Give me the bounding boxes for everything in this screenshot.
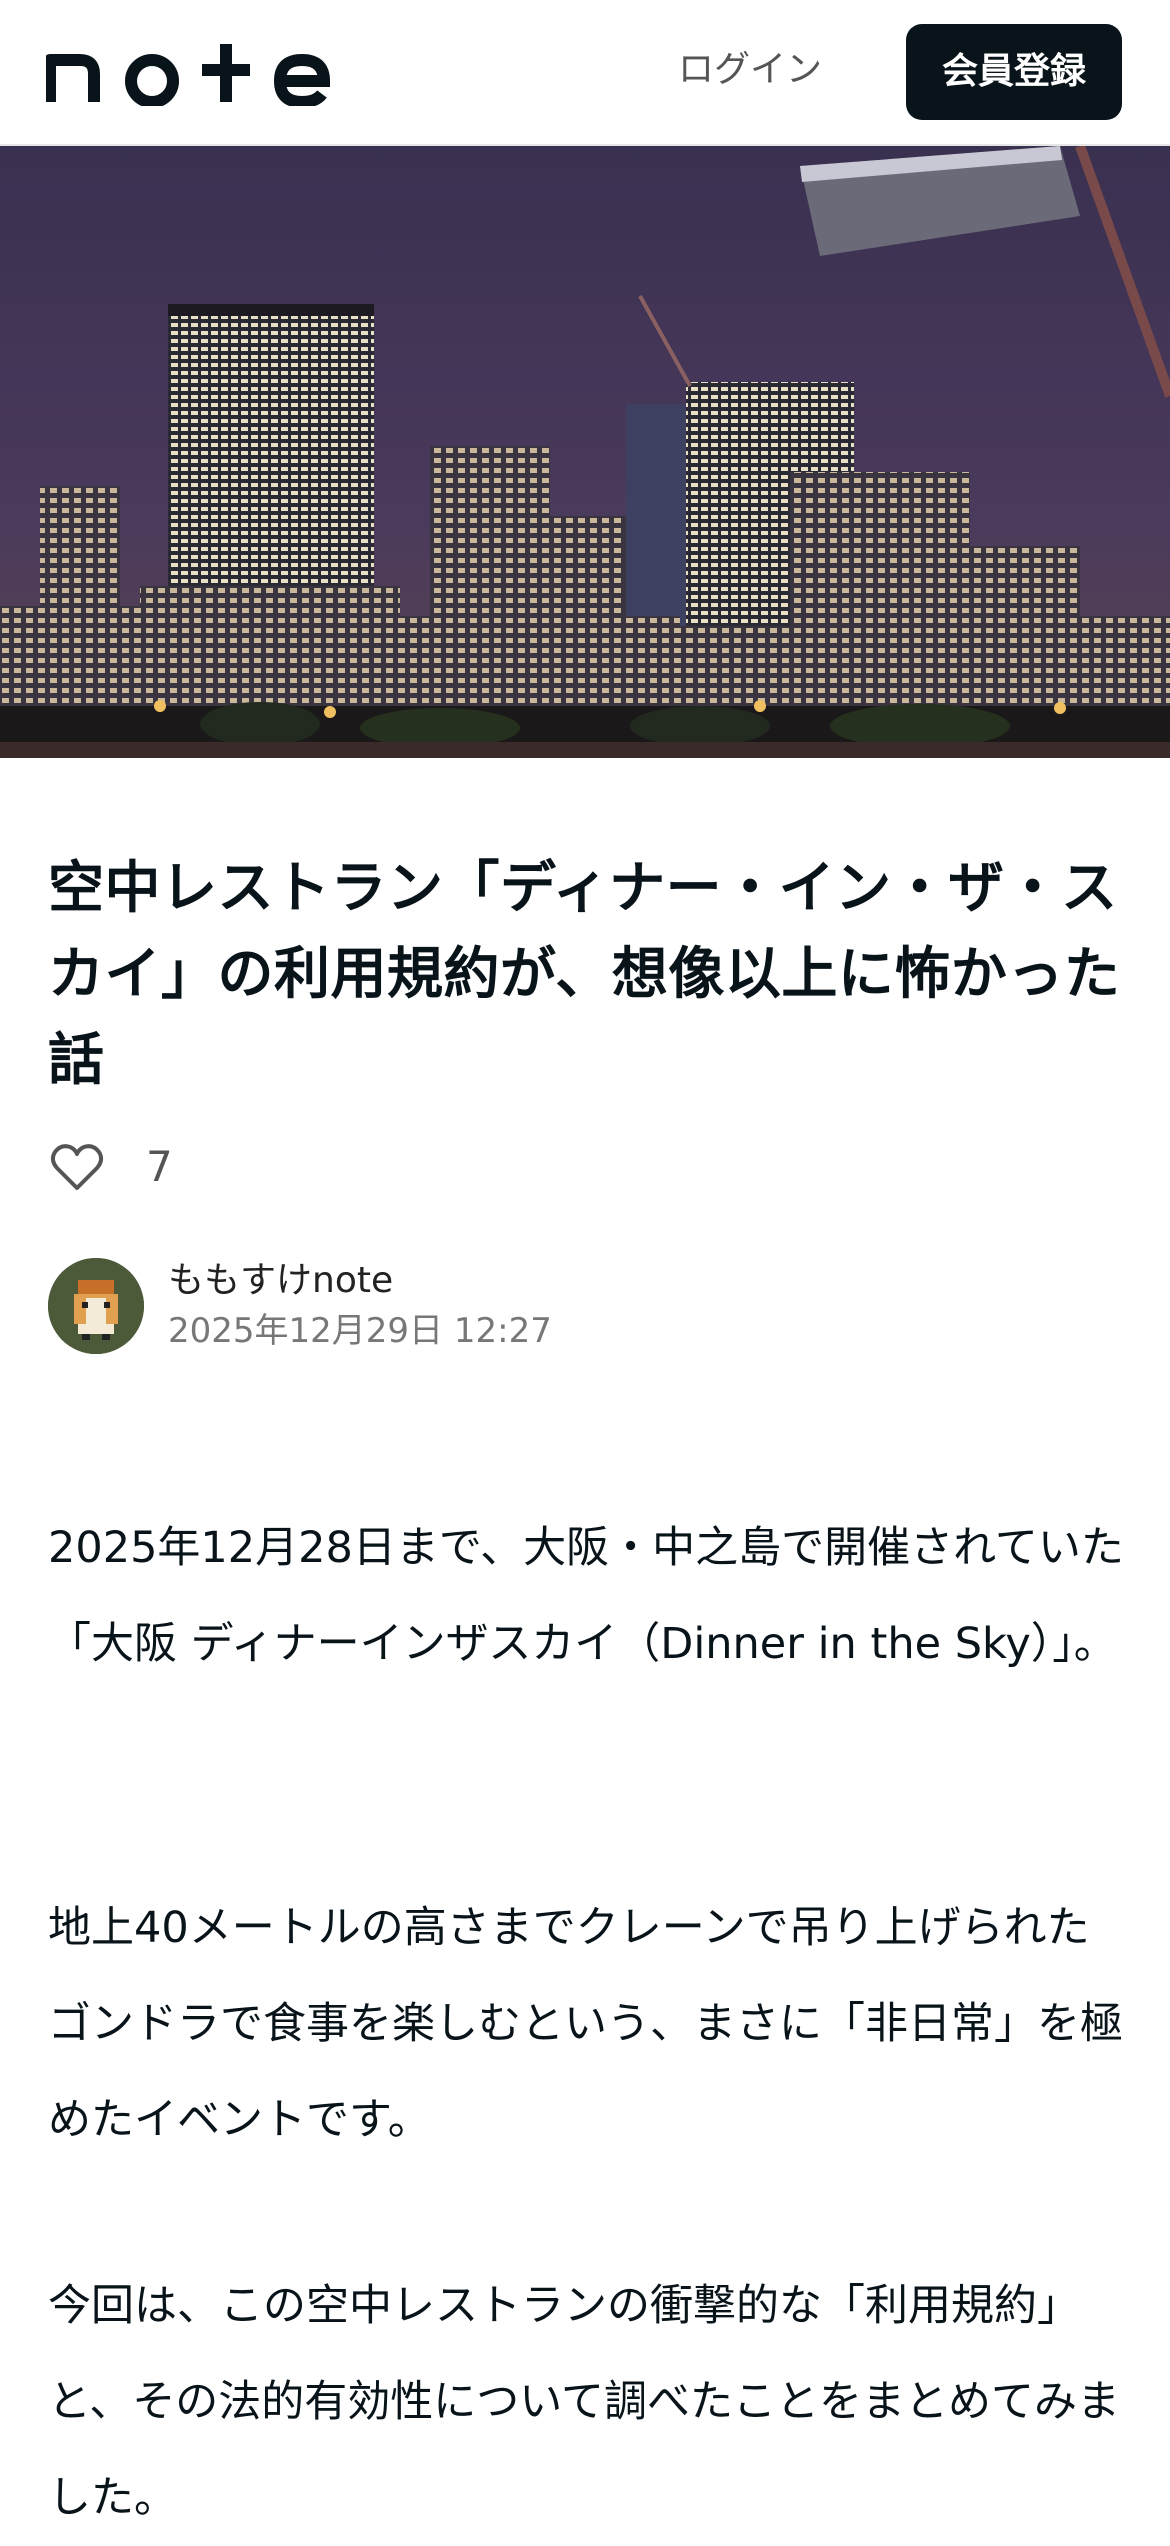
author-name[interactable]: ももすけnote [168,1256,393,1306]
login-link[interactable]: ログイン [660,40,840,100]
published-date: 2025年12月29日 12:27 [168,1311,552,1351]
site-header: ログイン 会員登録 [0,0,1170,146]
avatar[interactable] [48,1258,144,1354]
article-paragraph: 今回は、この空中レストランの衝撃的な「利用規約」と、その法的有効性について調べた… [48,2281,1120,2523]
avatar-icon [48,1258,144,1354]
like-count: 7 [146,1142,173,1191]
city-night-skyline-image [0,146,1170,758]
note-logo[interactable] [44,36,346,109]
article-paragraph: 地上40メートルの高さまでクレーンで吊り上げられたゴンドラで食事を楽しむという、… [48,1903,1123,2145]
signup-button[interactable]: 会員登録 [906,24,1122,120]
article-title: 空中レストラン「ディナー・イン・ザ・スカイ」の利用規約が、想像以上に怖かった話 [48,856,1121,1093]
hero-image [0,146,1170,758]
heart-icon[interactable] [48,1138,106,1196]
author-info: ももすけnote 2025年12月29日 12:27 [48,1256,748,1356]
article-paragraph: 2025年12月28日まで、大阪・中之島で開催されていた「大阪 ディナーインザス… [48,1523,1124,1669]
note-logo-icon [44,44,331,109]
